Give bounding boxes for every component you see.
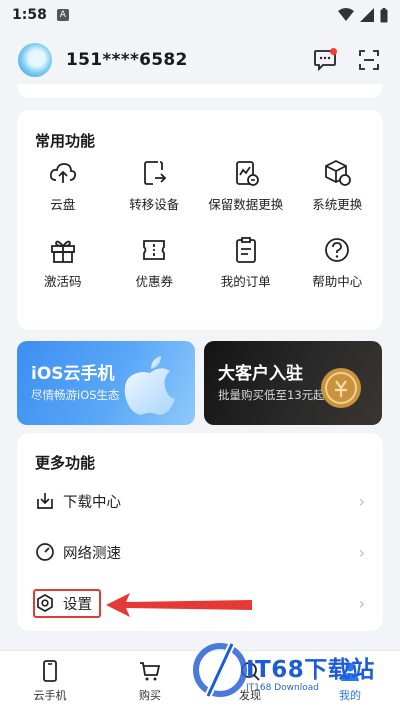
list-item-label: 网络测速 [63,545,121,562]
enterprise-customer-banner[interactable]: 大客户入驻 批量购买低至13元起! [204,341,382,425]
coupon-icon [143,240,166,260]
grid-label: 优惠券 [135,274,173,289]
grid-label: 转移设备 [129,197,180,212]
message-button[interactable] [312,47,338,73]
notification-icon: A [56,9,69,21]
user-phone[interactable]: 151****6582 [66,50,188,70]
grid-item-keep-data[interactable]: 保留数据更换 [200,158,292,213]
grid-label: 帮助中心 [312,274,363,289]
watermark: IT68下载站 IT168 Download [190,630,400,711]
banner-subtitle: 尽情畅游iOS生态 [31,388,120,402]
help-icon [325,238,350,262]
watermark-subtext: IT168 Download [246,683,319,693]
more-functions-title: 更多功能 [35,454,96,472]
cart-icon [140,662,161,681]
ios-cloud-phone-banner[interactable]: iOS云手机 尽情畅游iOS生态 [17,341,195,425]
grid-item-activation-code[interactable]: 激活码 [17,235,109,290]
list-item-label: 下载中心 [63,494,121,511]
settings-highlight-box [33,589,101,618]
coin-icon [321,368,361,408]
avatar[interactable] [18,43,52,77]
list-item-download-center[interactable]: 下载中心 › [17,481,383,521]
chevron-right-icon: › [358,542,365,562]
apple-logo-icon [124,356,175,415]
grid-item-help-center[interactable]: 帮助中心 [292,235,384,290]
system-cube-icon [325,159,352,186]
tab-buy[interactable]: 购买 [110,659,190,703]
watermark-logo-icon [193,642,247,698]
download-icon [37,493,53,509]
grid-item-system-change[interactable]: 系统更换 [292,158,384,213]
transfer-icon [144,161,167,185]
scan-button[interactable] [356,47,382,73]
speed-icon [36,543,54,561]
signal-icon [360,8,374,22]
grid-item-my-orders[interactable]: 我的订单 [200,235,292,290]
status-time: 1:58 [12,7,47,23]
grid-item-coupon[interactable]: 优惠券 [109,235,201,290]
banner-title: iOS云手机 [31,364,115,384]
order-icon [235,237,256,263]
red-arrow-icon [106,593,252,617]
phone-icon [43,660,57,682]
list-item-network-speed[interactable]: 网络测速 › [17,532,383,572]
common-functions-title: 常用功能 [35,132,96,150]
wifi-icon [338,8,354,21]
grid-label: 激活码 [43,274,82,289]
grid-item-transfer-device[interactable]: 转移设备 [109,158,201,213]
banner-subtitle: 批量购买低至13元起! [218,388,330,402]
grid-label: 我的订单 [220,274,271,289]
watermark-text: IT68下载站 [246,657,375,683]
tab-label: 云手机 [33,689,67,702]
keep-data-icon [235,161,259,186]
status-bar: 1:58 A [0,0,400,30]
grid-label: 云盘 [50,197,76,212]
gift-icon [50,240,75,263]
grid-label: 保留数据更换 [208,197,284,212]
grid-label: 系统更换 [312,197,363,212]
banner-title: 大客户入驻 [218,364,303,384]
common-functions-grid: 云盘 转移设备 保留数据更换 系统更换 激活码 优惠券 我的订单 帮助中心 [17,158,383,290]
common-functions-card: 常用功能 云盘 转移设备 保留数据更换 系统更换 激活码 优惠券 我的订单 帮助… [17,110,383,330]
profile-card-bottom [17,84,383,98]
unread-dot [330,48,337,55]
cloud-upload-icon [49,163,76,183]
profile-header: 151****6582 [0,36,400,84]
tab-label: 购买 [139,689,161,702]
battery-icon [380,7,388,22]
grid-item-cloud-disk[interactable]: 云盘 [17,158,109,213]
status-icons [338,7,388,23]
scan-icon [359,50,379,70]
chevron-right-icon: › [358,491,365,511]
chevron-right-icon: › [358,593,365,613]
tab-cloud-phone[interactable]: 云手机 [10,659,90,703]
